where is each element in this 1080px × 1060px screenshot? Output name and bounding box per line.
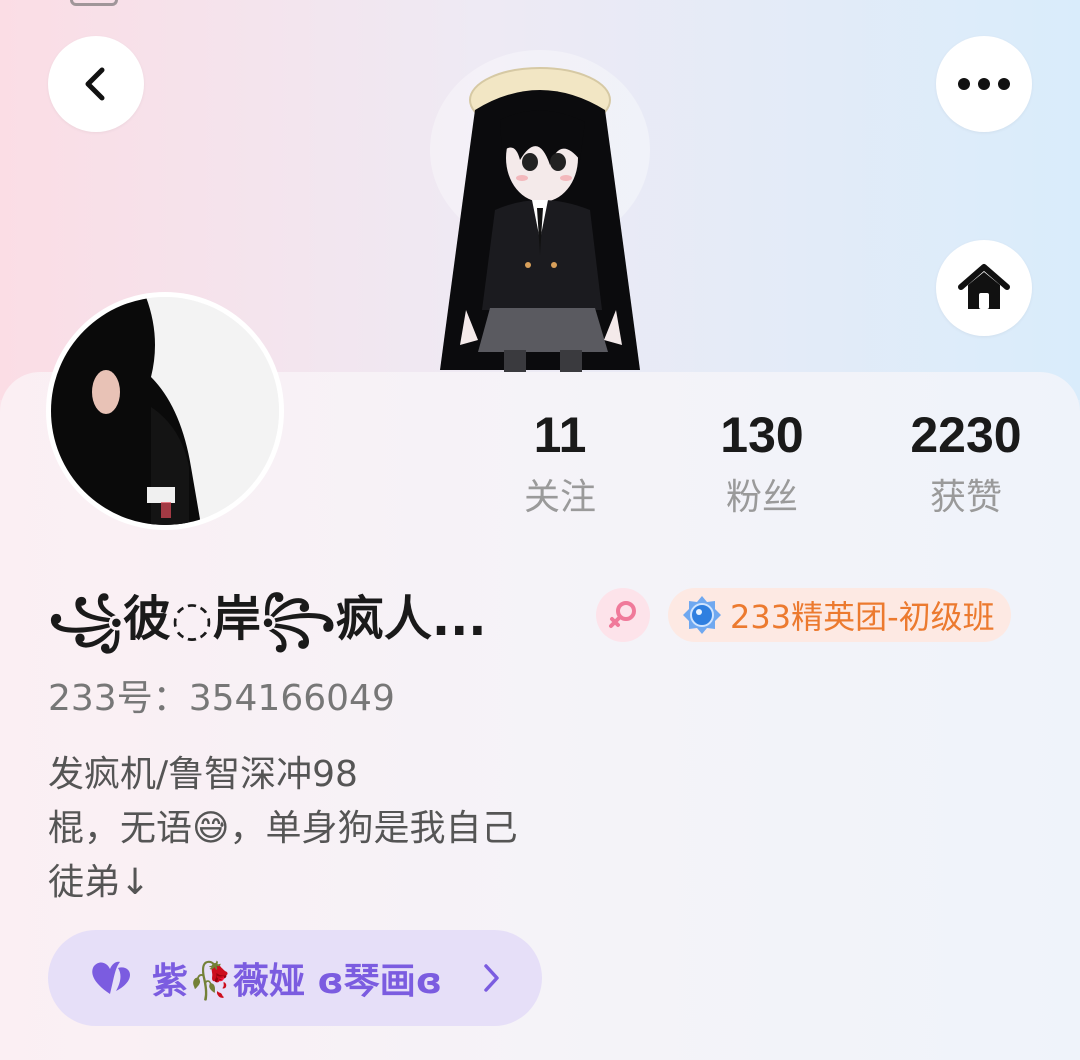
stat-following[interactable]: 11 关注 [460,404,660,526]
relation-text: 紫🥀薇娅 ɞ琴画ɞ [152,961,443,1002]
stat-value: 130 [720,407,804,463]
group-tag-text: 233精英团-初级班 [730,598,995,636]
stat-label: 获赞 [929,477,1002,518]
bio: 发疯机/鲁智深冲98 棍，无语😅，单身狗是我自己 徒弟↓ [48,748,518,910]
avatar-image [51,297,279,525]
stat-label: 粉丝 [725,477,798,518]
stats-row: 11 关注 130 粉丝 2230 获赞 [460,404,1080,534]
heart-icon [92,961,130,994]
avatar-frame[interactable] [46,292,284,530]
more-options-button[interactable] [936,36,1032,132]
more-horizontal-icon [958,78,1010,90]
chevron-right-icon [484,964,499,992]
relation-pill[interactable]: 紫🥀薇娅 ɞ琴画ɞ [48,930,542,1026]
chevron-left-icon [85,67,105,101]
stat-likes[interactable]: 2230 获赞 [866,404,1066,526]
user-id: 233号：354166049 [48,678,395,719]
bio-line: 发疯机/鲁智深冲98 [48,754,358,795]
home-icon [958,264,1010,309]
character-figure [430,50,650,380]
female-icon [609,601,636,628]
stat-value: 11 [533,407,587,463]
stat-value: 2230 [910,407,1022,463]
bio-line: 徒弟↓ [48,862,151,903]
back-button[interactable] [48,36,144,132]
status-bar-fragment [70,0,118,6]
nickname: ꧁彼◌岸꧂疯人... [48,591,487,647]
bio-line: 棍，无语😅，单身狗是我自己 [48,808,518,849]
group-tag-badge[interactable]: 233精英团-初级班 [668,588,1011,642]
stat-followers[interactable]: 130 粉丝 [662,404,862,526]
home-button[interactable] [936,240,1032,336]
stat-label: 关注 [523,477,596,518]
avatar [51,297,279,525]
gender-badge [596,588,650,642]
elite-medal-icon [683,596,721,634]
